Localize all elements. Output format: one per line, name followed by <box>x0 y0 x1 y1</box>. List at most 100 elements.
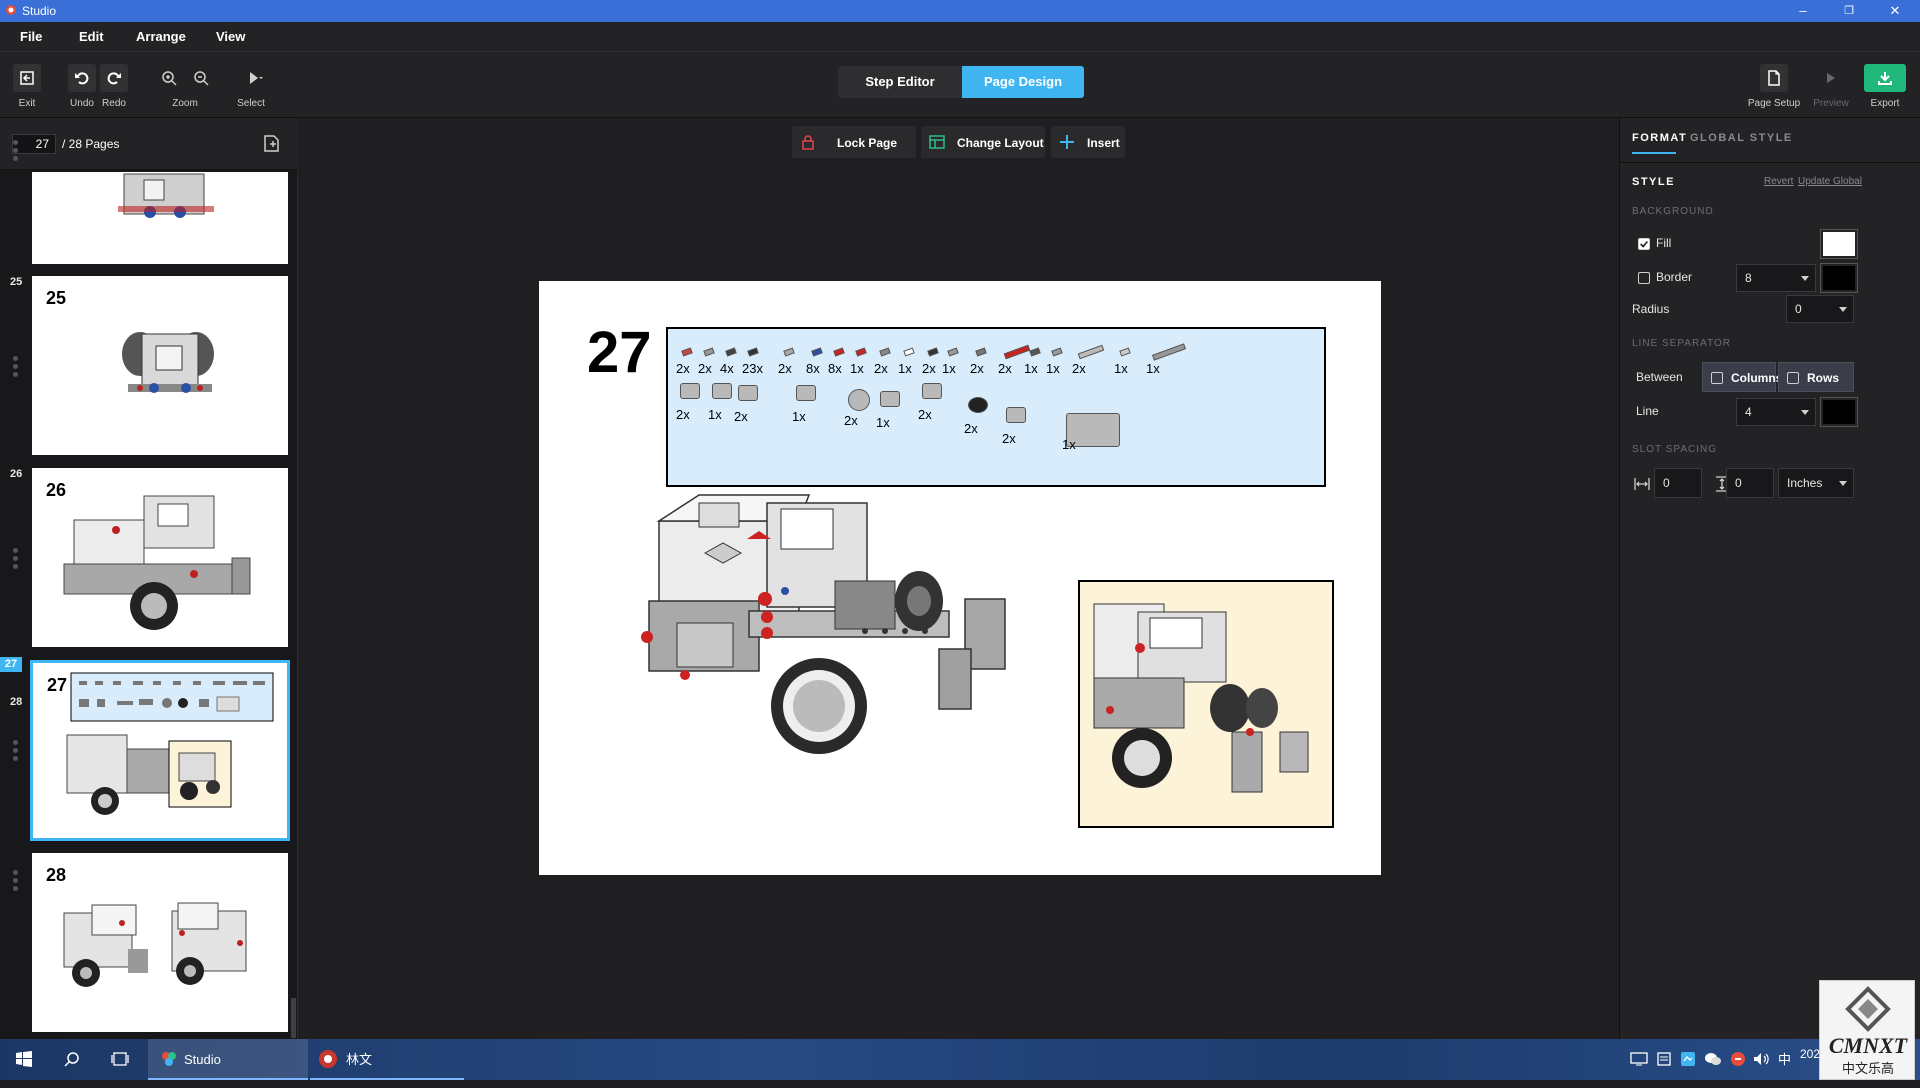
taskbar-app-studio[interactable]: Studio <box>148 1039 308 1080</box>
redo-label: Redo <box>102 98 126 109</box>
tab-global-style[interactable]: GLOBAL STYLE <box>1690 132 1793 144</box>
part-icon <box>1077 344 1105 360</box>
task-view-button[interactable] <box>106 1039 134 1080</box>
subassembly-callout[interactable] <box>1078 580 1334 828</box>
tab-page-design[interactable]: Page Design <box>962 66 1084 98</box>
part-icon <box>968 397 988 413</box>
plus-icon <box>1060 135 1074 149</box>
part-quantity: 1x <box>792 409 806 424</box>
revert-link[interactable]: Revert <box>1764 176 1793 187</box>
drag-handle[interactable] <box>13 740 19 764</box>
tab-step-editor[interactable]: Step Editor <box>838 66 962 98</box>
zoom-out-button[interactable] <box>187 64 215 92</box>
model-thumbnail-27 <box>66 672 274 815</box>
taskbar-app-2[interactable]: 林文 <box>310 1039 464 1080</box>
notification-icon[interactable] <box>1656 1051 1672 1067</box>
wechat-icon[interactable] <box>1704 1051 1722 1067</box>
part-quantity: 2x <box>918 407 932 422</box>
part-icon <box>681 347 693 357</box>
lock-page-button[interactable]: Lock Page <box>792 126 916 158</box>
part-icon <box>833 347 845 357</box>
export-button[interactable] <box>1864 64 1906 92</box>
step-number: 27 <box>587 320 652 385</box>
border-checkbox[interactable] <box>1638 272 1650 284</box>
menu-edit[interactable]: Edit <box>79 29 104 44</box>
menu-view[interactable]: View <box>216 29 245 44</box>
zoom-in-button[interactable] <box>155 64 183 92</box>
page-thumbnail-25[interactable]: 25 <box>32 276 288 455</box>
chevron-down-icon <box>1801 276 1809 281</box>
part-icon <box>1006 407 1026 423</box>
border-color-swatch[interactable] <box>1820 263 1858 293</box>
ime-indicator[interactable]: 中 <box>1778 1039 1791 1080</box>
select-tool-button[interactable] <box>238 64 272 92</box>
fill-checkbox[interactable] <box>1638 238 1650 250</box>
menu-arrange[interactable]: Arrange <box>136 29 186 44</box>
fill-color-swatch[interactable] <box>1820 229 1858 259</box>
fill-label: Fill <box>1656 236 1672 250</box>
chevron-down-icon <box>1839 481 1847 486</box>
page-thumbnail-27-selected[interactable]: 27 <box>30 660 290 841</box>
page-thumbnail-28[interactable]: 28 <box>32 853 288 1032</box>
line-color-swatch[interactable] <box>1820 397 1858 427</box>
horizontal-spacing-icon <box>1634 478 1650 490</box>
instruction-page[interactable]: 27 2x 2x 4x 23x 2x 8x 8x 1x 2x 1x 2x 1x 2x 2x 1x 1x 2x 1x… <box>539 281 1381 875</box>
drag-handle[interactable] <box>13 356 19 380</box>
units-value: Inches <box>1787 476 1823 490</box>
drag-handle[interactable] <box>13 140 19 164</box>
main-model-illustration[interactable] <box>639 491 1059 801</box>
onedrive-icon[interactable] <box>1680 1051 1696 1067</box>
part-quantity: 1x <box>1062 437 1076 452</box>
model-thumbnail-25 <box>122 332 214 393</box>
chevron-down-icon <box>1801 410 1809 415</box>
undo-button[interactable] <box>68 64 96 92</box>
columns-toggle[interactable]: Columns <box>1702 362 1782 392</box>
part-quantity: 2x <box>676 407 690 422</box>
part-icon <box>855 347 867 357</box>
update-global-link[interactable]: Update Global <box>1798 176 1862 187</box>
part-quantity: 2x <box>778 361 792 376</box>
page-thumbnail-26[interactable]: 26 <box>32 468 288 647</box>
clock[interactable]: 202 <box>1800 1047 1820 1088</box>
drag-handle[interactable] <box>13 548 19 572</box>
exit-button[interactable] <box>13 64 41 92</box>
antivirus-icon[interactable] <box>1730 1051 1746 1067</box>
part-icon <box>922 383 942 399</box>
vertical-spacing-input[interactable]: 0 <box>1726 468 1774 498</box>
taskbar-app2-label: 林文 <box>346 1052 373 1067</box>
drag-handle[interactable] <box>13 870 19 894</box>
units-select[interactable]: Inches <box>1778 468 1854 498</box>
close-button[interactable]: ✕ <box>1872 0 1918 22</box>
page-setup-button[interactable] <box>1760 64 1788 92</box>
line-width-select[interactable]: 4 <box>1736 398 1816 426</box>
part-quantity: 2x <box>922 361 936 376</box>
insert-button[interactable]: Insert <box>1051 126 1125 158</box>
border-width-select[interactable]: 8 <box>1736 264 1816 292</box>
search-button[interactable] <box>58 1039 86 1080</box>
volume-icon[interactable] <box>1752 1051 1770 1067</box>
exit-label: Exit <box>18 98 36 109</box>
menu-file[interactable]: File <box>20 29 42 44</box>
part-icon <box>703 347 715 357</box>
divider <box>1620 162 1920 163</box>
horizontal-spacing-input[interactable]: 0 <box>1654 468 1702 498</box>
border-label: Border <box>1656 270 1693 284</box>
add-page-button[interactable] <box>262 132 282 154</box>
page-thumbnail-24[interactable] <box>32 172 288 264</box>
radius-select[interactable]: 0 <box>1786 295 1854 323</box>
page-list-scrollbar[interactable] <box>291 998 296 1038</box>
preview-button[interactable] <box>1816 64 1844 92</box>
tab-format[interactable]: FORMAT <box>1632 132 1687 144</box>
minimize-button[interactable]: – <box>1780 0 1826 22</box>
redo-button[interactable] <box>100 64 128 92</box>
start-button[interactable] <box>10 1039 38 1080</box>
restore-button[interactable]: ❐ <box>1826 0 1872 22</box>
parts-list-box[interactable]: 2x 2x 4x 23x 2x 8x 8x 1x 2x 1x 2x 1x 2x 2x 1x 1x 2x 1x 1x … <box>666 327 1326 487</box>
part-quantity: 2x <box>734 409 748 424</box>
part-icon <box>1151 343 1187 361</box>
window-title: Studio <box>22 4 57 18</box>
rows-toggle[interactable]: Rows <box>1778 362 1854 392</box>
change-layout-button[interactable]: Change Layout <box>921 126 1045 158</box>
network-icon[interactable] <box>1630 1051 1648 1067</box>
line-label: Line <box>1636 404 1659 418</box>
